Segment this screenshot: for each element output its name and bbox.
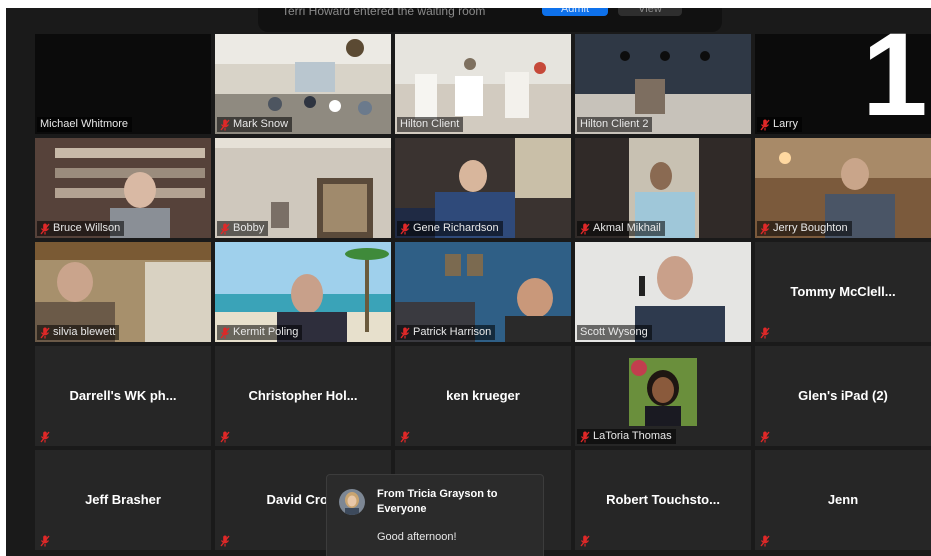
participant-name: Kermit Poling [233,326,299,338]
muted-mic-icon [40,430,50,443]
participant-name: Bobby [233,222,265,234]
participant-name: Akmal Mikhail [593,222,661,234]
muted-mic-icon [580,223,590,235]
participant-name: Tommy McClell... [790,284,896,299]
participant-name: Jeff Brasher [85,492,161,507]
participant-name: Glen's iPad (2) [798,388,888,403]
muted-mic-icon [400,223,410,235]
waiting-room-text: Terri Howard entered the waiting room [282,8,486,18]
muted-mic-icon [400,430,410,443]
sender-avatar [339,489,365,515]
participant-tile[interactable]: LaToria Thomas [575,346,751,446]
participant-tile[interactable]: Robert Touchsto... [575,450,751,550]
participant-tile[interactable]: Hilton Client [395,34,571,134]
muted-mic-icon [580,534,590,547]
participant-name: LaToria Thomas [593,430,672,442]
participant-name: Darrell's WK ph... [69,388,177,403]
participant-name-label: Bruce Willson [37,221,125,236]
participant-tile[interactable]: Michael Whitmore [35,34,211,134]
muted-mic-icon [760,430,770,443]
muted-mic-icon [760,119,770,131]
participant-tile[interactable]: Jerry Boughton [755,138,931,238]
participant-name: ken krueger [446,388,520,403]
chat-message-popup[interactable]: From Tricia Grayson to Everyone Good aft… [326,474,544,556]
participant-name-label: Hilton Client [397,117,464,132]
participant-name-label: Bobby [217,221,269,236]
participant-name-label: Michael Whitmore [37,117,133,132]
participant-tile[interactable]: Jenn [755,450,931,550]
participant-name-label: Kermit Poling [217,325,303,340]
participant-tile[interactable]: Bobby [215,138,391,238]
muted-mic-icon [580,431,590,443]
chat-sender: From Tricia Grayson to Everyone [377,488,498,515]
muted-mic-icon [760,223,770,235]
participant-name: Bruce Willson [53,222,121,234]
participant-name-label: Scott Wysong [577,325,652,340]
participant-name: Jerry Boughton [773,222,848,234]
participant-name: Patrick Harrison [413,326,492,338]
participant-name: Jenn [827,492,859,507]
participant-name-label: silvia blewett [37,325,120,340]
muted-mic-icon [40,223,50,235]
profile-photo [629,358,697,426]
participant-tile[interactable]: Kermit Poling [215,242,391,342]
participant-tile[interactable]: Scott Wysong [575,242,751,342]
participant-name: Larry [773,118,799,130]
participant-tile[interactable]: Mark Snow [215,34,391,134]
participant-tile[interactable]: Patrick Harrison [395,242,571,342]
participant-name-label: Jerry Boughton [757,221,852,236]
muted-mic-icon [220,119,230,131]
view-button[interactable]: View [618,8,682,16]
participant-name: Gene Richardson [413,222,499,234]
participant-tile[interactable]: Bruce Willson [35,138,211,238]
participant-name: Christopher Hol... [248,388,358,403]
participant-name: Robert Touchsto... [606,492,720,507]
participant-name-label: Mark Snow [217,117,293,132]
participant-tile[interactable]: silvia blewett [35,242,211,342]
muted-mic-icon [220,534,230,547]
participant-name-label: LaToria Thomas [577,429,676,444]
muted-mic-icon [760,534,770,547]
waiting-room-notification: Terri Howard entered the waiting room Ad… [258,8,722,32]
muted-mic-icon [400,327,410,339]
participant-tile[interactable]: Gene Richardson [395,138,571,238]
participant-name: Hilton Client [400,118,460,130]
participant-name: silvia blewett [53,326,116,338]
muted-mic-icon [40,327,50,339]
participant-tile[interactable]: Glen's iPad (2) [755,346,931,446]
participant-name-label: Gene Richardson [397,221,503,236]
participant-name-label: Hilton Client 2 [577,117,653,132]
muted-mic-icon [40,534,50,547]
muted-mic-icon [220,430,230,443]
participant-name: Mark Snow [233,118,289,130]
participant-tile[interactable]: Hilton Client 2 [575,34,751,134]
participant-name: Scott Wysong [580,326,648,338]
muted-mic-icon [220,327,230,339]
participant-tile[interactable]: Darrell's WK ph... [35,346,211,446]
chat-message-text: Good afternoon! [377,531,457,543]
participant-tile[interactable]: Tommy McClell... [755,242,931,342]
participant-name-label: Patrick Harrison [397,325,496,340]
participant-tile[interactable]: Akmal Mikhail [575,138,751,238]
participant-name: Michael Whitmore [40,118,129,130]
muted-mic-icon [220,223,230,235]
participant-tile[interactable]: Jeff Brasher [35,450,211,550]
participant-name-label: Akmal Mikhail [577,221,665,236]
participant-name: Hilton Client 2 [580,118,649,130]
participant-tile[interactable]: ken krueger [395,346,571,446]
slide-number-overlay: 1 [862,9,928,141]
admit-button[interactable]: Admit [542,8,608,16]
muted-mic-icon [760,326,770,339]
participant-name-label: Larry [757,117,803,132]
zoom-gallery-window: Terri Howard entered the waiting room Ad… [6,8,931,556]
participant-tile[interactable]: Christopher Hol... [215,346,391,446]
